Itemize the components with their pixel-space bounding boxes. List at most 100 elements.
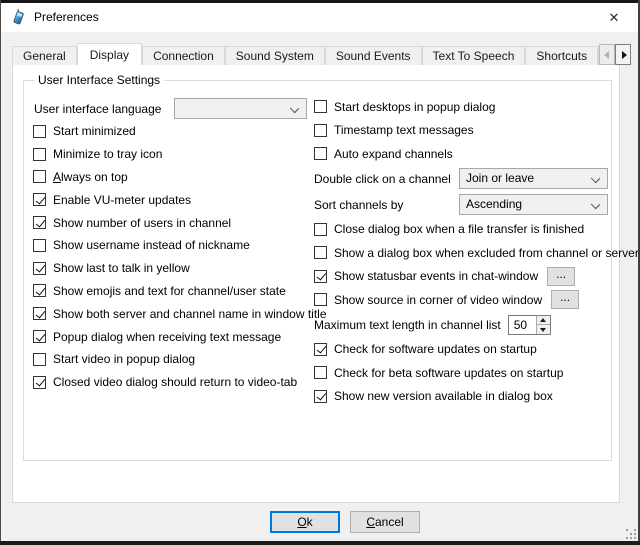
checkbox-label: Show statusbar events in chat-window [334, 269, 538, 283]
checkbox [314, 124, 327, 137]
language-row: User interface language [33, 97, 315, 120]
window-border-left [0, 0, 1, 545]
checkbox-row[interactable]: Auto expand channels [314, 142, 626, 166]
checkbox [33, 330, 46, 343]
checkbox-label: Enable VU-meter updates [53, 193, 191, 207]
checkbox [314, 270, 327, 283]
chevron-down-icon [591, 199, 600, 208]
sort-channels-select[interactable]: Ascending [459, 194, 608, 215]
checkbox [314, 293, 327, 306]
checkbox-row[interactable]: Show a dialog box when excluded from cha… [314, 241, 626, 265]
checkbox-row[interactable]: Show last to talk in yellow [33, 257, 315, 280]
checkbox-row[interactable]: Show new version available in dialog box [314, 385, 626, 409]
checkbox-row[interactable]: Always on top [33, 166, 315, 189]
chevron-down-icon [591, 173, 600, 182]
checkbox-row[interactable]: Minimize to tray icon [33, 143, 315, 166]
tab-label: Display [90, 48, 129, 62]
tab-text-to-speech[interactable]: Text To Speech [422, 46, 526, 65]
checkbox-row[interactable]: Start video in popup dialog [33, 348, 315, 371]
sort-channels-value: Ascending [466, 197, 522, 211]
tab-sound-system[interactable]: Sound System [225, 46, 325, 65]
language-label: User interface language [34, 102, 161, 116]
double-click-label: Double click on a channel [314, 172, 451, 186]
checkbox [314, 147, 327, 160]
window-border-bottom [0, 541, 640, 545]
checkbox [33, 216, 46, 229]
max-text-length-label: Maximum text length in channel list [314, 318, 501, 332]
checkbox [33, 170, 46, 183]
tab-sound-events[interactable]: Sound Events [325, 46, 422, 65]
checkbox-row[interactable]: Start desktops in popup dialog [314, 95, 626, 119]
checkbox-label: Show number of users in channel [53, 216, 231, 230]
tab-scroll-left-button[interactable] [599, 44, 615, 65]
tab-display[interactable]: Display [77, 43, 142, 65]
checkbox-row[interactable]: Show username instead of nickname [33, 234, 315, 257]
title-bar: Preferences ✕ [1, 3, 638, 32]
checkbox-label: Show last to talk in yellow [53, 261, 190, 275]
video-source-row[interactable]: Show source in corner of video window ..… [314, 288, 626, 312]
left-checkbox-list: Start minimized Minimize to tray icon Al… [33, 120, 315, 394]
checkbox-label: Check for beta software updates on start… [334, 366, 563, 380]
double-click-select[interactable]: Join or leave [459, 168, 608, 189]
right-column: Start desktops in popup dialog Timestamp… [314, 95, 626, 408]
checkbox [314, 366, 327, 379]
checkbox-label: Close dialog box when a file transfer is… [334, 222, 584, 236]
checkbox-label: Auto expand channels [334, 147, 453, 161]
checkbox-label: Start video in popup dialog [53, 352, 195, 366]
resize-grip[interactable] [626, 529, 628, 531]
right-bottom-checkbox-list: Check for software updates on startup Ch… [314, 338, 626, 409]
checkbox-row[interactable]: Closed video dialog should return to vid… [33, 371, 315, 394]
video-source-more-button[interactable]: ... [551, 290, 579, 309]
checkbox-label: Show emojis and text for channel/user st… [53, 284, 286, 298]
double-click-row: Double click on a channel Join or leave [314, 166, 626, 192]
double-click-value: Join or leave [466, 171, 534, 185]
spin-up-button[interactable] [537, 316, 550, 325]
spin-down-button[interactable] [537, 324, 550, 334]
checkbox [33, 376, 46, 389]
language-select[interactable] [174, 98, 307, 119]
checkbox [33, 307, 46, 320]
cancel-button[interactable]: Cancel [350, 511, 420, 533]
checkbox [33, 193, 46, 206]
ok-button[interactable]: Ok [270, 511, 340, 533]
window-border-top [0, 0, 640, 3]
tab-shortcuts[interactable]: Shortcuts [525, 46, 598, 65]
checkbox-label: Timestamp text messages [334, 123, 474, 137]
checkbox [314, 343, 327, 356]
tab-label: General [23, 49, 66, 63]
checkbox-row[interactable]: Enable VU-meter updates [33, 188, 315, 211]
statusbar-events-row[interactable]: Show statusbar events in chat-window ... [314, 265, 626, 289]
checkbox [314, 223, 327, 236]
checkbox-label: Popup dialog when receiving text message [53, 330, 281, 344]
checkbox-label: Show source in corner of video window [334, 293, 542, 307]
close-button[interactable]: ✕ [596, 3, 632, 32]
checkbox-row[interactable]: Start minimized [33, 120, 315, 143]
tab-scroll-right-button[interactable] [615, 44, 631, 65]
sort-channels-row: Sort channels by Ascending [314, 192, 626, 218]
tab-label: Connection [153, 49, 214, 63]
checkbox-row[interactable]: Popup dialog when receiving text message [33, 325, 315, 348]
checkbox-row[interactable]: Timestamp text messages [314, 119, 626, 143]
spinner-buttons [536, 316, 550, 334]
sort-channels-label: Sort channels by [314, 198, 403, 212]
checkbox-row[interactable]: Check for software updates on startup [314, 338, 626, 362]
checkbox-row[interactable]: Show both server and channel name in win… [33, 302, 315, 325]
checkbox-label: Start desktops in popup dialog [334, 100, 495, 114]
checkbox-row[interactable]: Check for beta software updates on start… [314, 361, 626, 385]
checkbox-label: Start minimized [53, 124, 136, 138]
checkbox-label: Closed video dialog should return to vid… [53, 375, 297, 389]
checkbox-label: Show both server and channel name in win… [53, 307, 327, 321]
checkbox-row[interactable]: Close dialog box when a file transfer is… [314, 218, 626, 242]
checkbox-row[interactable]: Show emojis and text for channel/user st… [33, 280, 315, 303]
max-text-length-spinner[interactable]: 50 [508, 315, 551, 335]
right-top-checkbox-list: Start desktops in popup dialog Timestamp… [314, 95, 626, 166]
tab-bar: General Display Connection Sound SystemSoun… [12, 43, 612, 65]
tab-general[interactable]: General [12, 46, 77, 65]
app-icon [10, 9, 27, 26]
checkbox-label: Show username instead of nickname [53, 238, 250, 252]
display-tab-page: User Interface Settings User interface l… [12, 64, 620, 503]
checkbox-label: Show a dialog box when excluded from cha… [334, 246, 639, 260]
checkbox-row[interactable]: Show number of users in channel [33, 211, 315, 234]
statusbar-events-more-button[interactable]: ... [547, 267, 575, 286]
tab-connection[interactable]: Connection [142, 46, 225, 65]
